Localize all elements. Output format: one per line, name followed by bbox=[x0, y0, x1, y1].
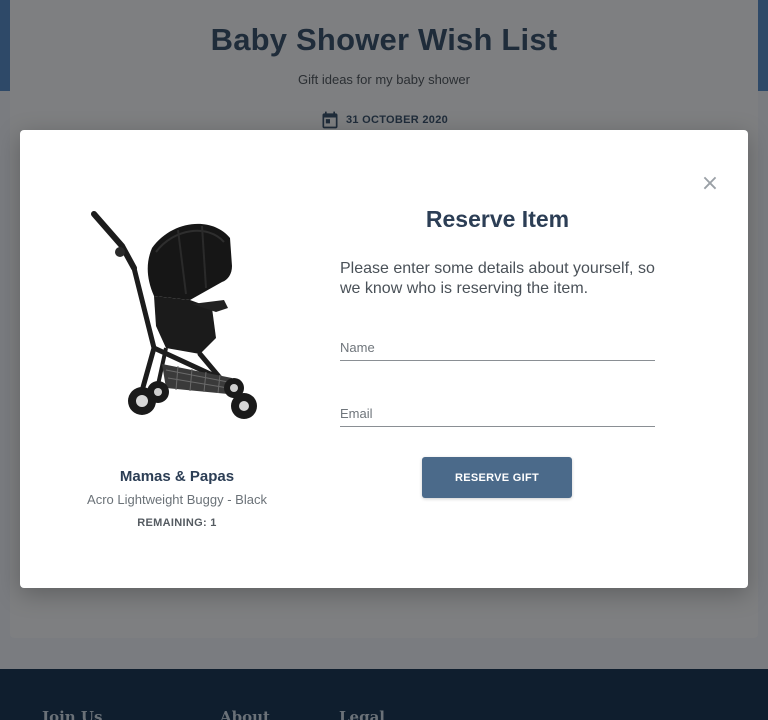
reserve-gift-button[interactable]: RESERVE GIFT bbox=[422, 457, 572, 498]
name-input[interactable] bbox=[340, 335, 655, 360]
event-date: 31 OCTOBER 2020 bbox=[0, 110, 768, 130]
footer-heading-legal[interactable]: Legal bbox=[339, 708, 385, 720]
calendar-icon bbox=[322, 111, 338, 129]
email-input[interactable] bbox=[340, 401, 655, 426]
modal-instructions: Please enter some details about yourself… bbox=[340, 260, 655, 297]
reserve-item-modal: × Mamas & Papas Acro Lightweight Buggy -… bbox=[20, 130, 748, 588]
page-subtitle: Gift ideas for my baby shower bbox=[298, 72, 470, 87]
close-button[interactable]: × bbox=[700, 172, 720, 196]
event-date-text: 31 OCTOBER 2020 bbox=[345, 114, 449, 126]
product-brand: Mamas & Papas bbox=[119, 468, 235, 485]
product-name: Acro Lightweight Buggy - Black bbox=[87, 492, 267, 507]
email-field bbox=[340, 401, 655, 427]
footer-heading-about[interactable]: About bbox=[220, 708, 270, 720]
product-remaining: REMAINING: 1 bbox=[137, 517, 217, 529]
page-title: Baby Shower Wish List bbox=[210, 22, 558, 57]
name-field bbox=[340, 335, 655, 361]
footer-heading-join[interactable]: Join Us bbox=[42, 708, 102, 720]
stroller-image bbox=[91, 211, 257, 419]
modal-title: Reserve Item bbox=[425, 206, 570, 232]
